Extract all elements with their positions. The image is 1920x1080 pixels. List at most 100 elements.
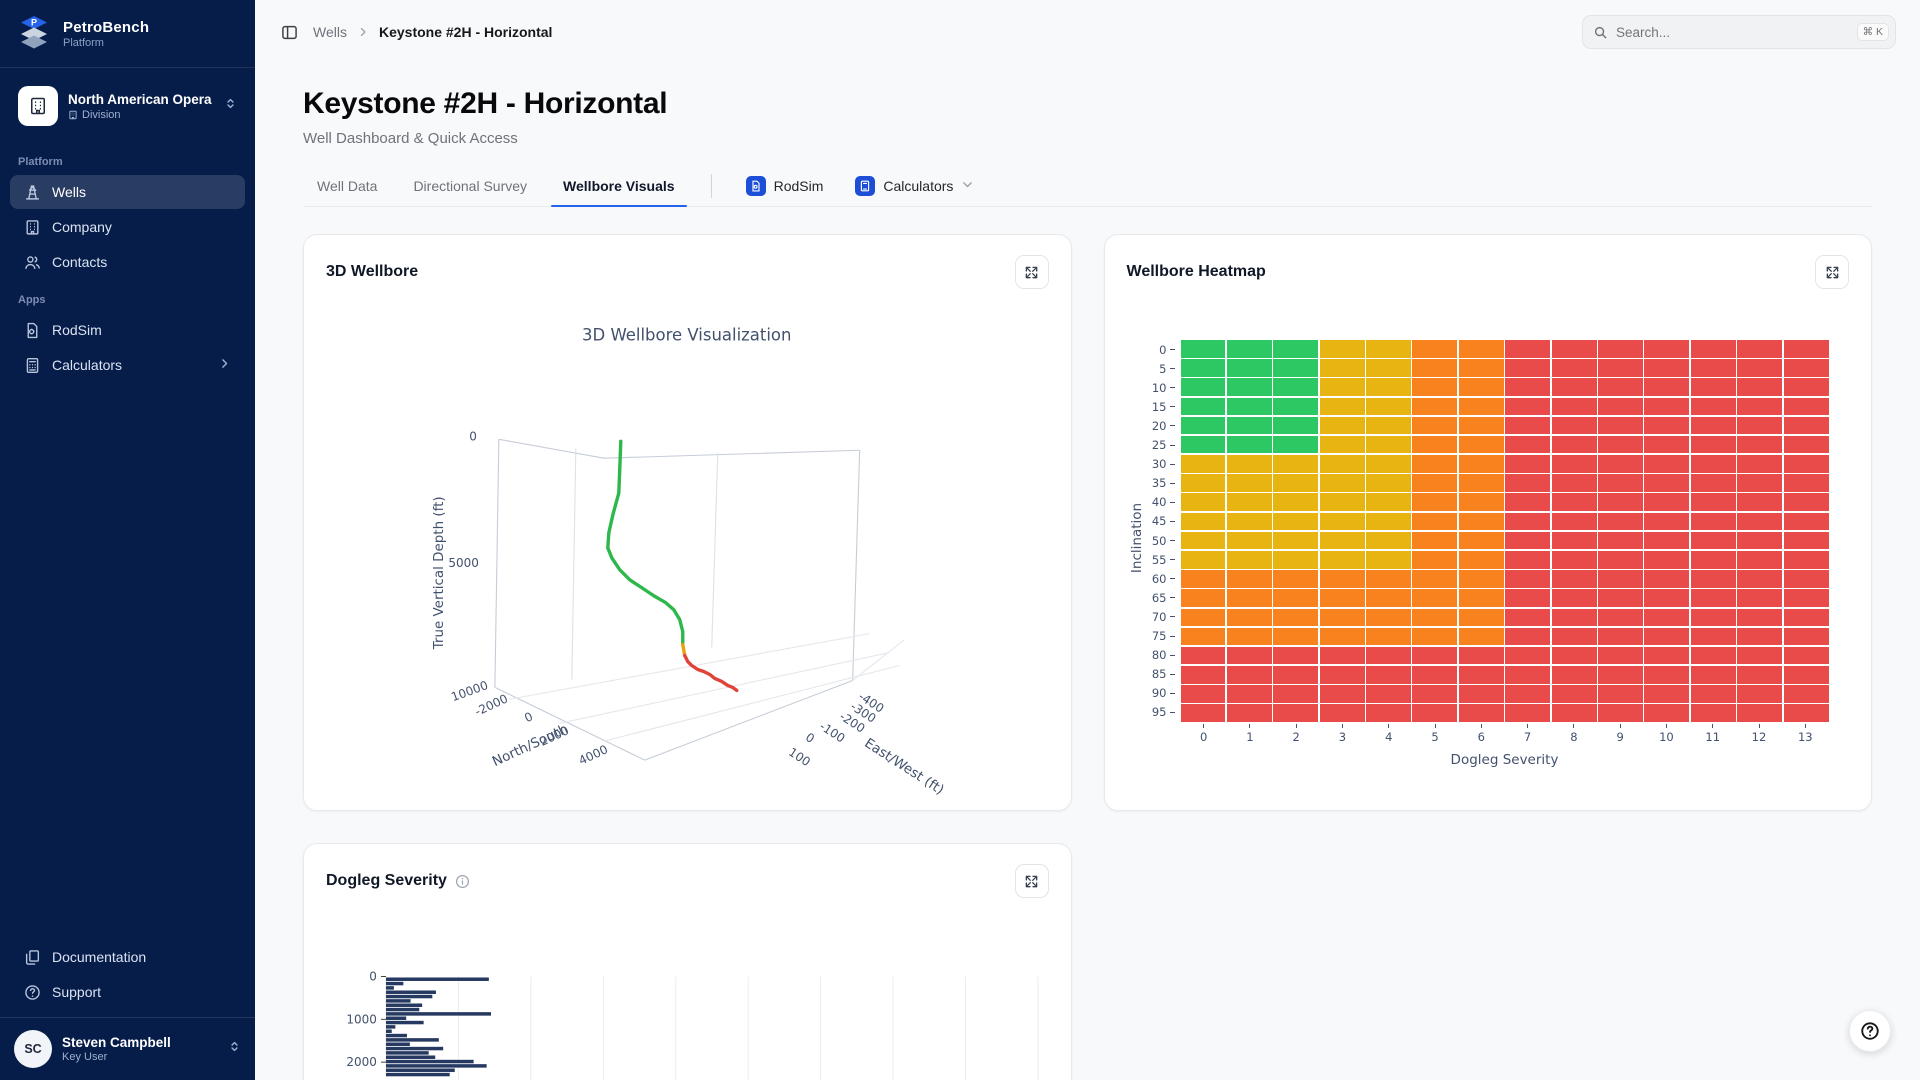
org-selector[interactable]: North American Opera Division [12,80,243,132]
heatmap-cell [1227,359,1272,377]
main: Wells Keystone #2H - Horizontal ⌘ K Keys… [255,0,1920,1080]
user-menu[interactable]: SC Steven Campbell Key User [0,1017,255,1080]
axis-label: 4000 [576,742,610,768]
sidebar-item-company[interactable]: Company [10,210,245,244]
axis-label: -2000 [473,691,510,718]
sidebar-item-calculators[interactable]: Calculators [10,348,245,382]
org-type: Division [68,109,214,121]
info-icon[interactable] [455,874,470,889]
sidebar-item-label: Documentation [52,949,146,965]
tab-wellbore-visuals[interactable]: Wellbore Visuals [549,169,689,206]
heatmap-x-tick-label: 0 [1189,724,1219,744]
svg-text:P: P [31,18,37,28]
heatmap-y-tick-label: 85 [1127,665,1175,684]
heatmap-cell [1320,417,1365,435]
heatmap-cell [1644,398,1689,416]
heatmap-cell [1366,532,1411,550]
heatmap-cell [1784,340,1829,358]
chevrons-up-down-icon [228,1040,241,1058]
axis-label: 0 [522,709,535,725]
bar [386,1029,392,1032]
tick-mark [1203,724,1204,728]
heatmap-cell [1273,685,1318,703]
heatmap-cell [1552,493,1597,511]
tab-directional-survey[interactable]: Directional Survey [399,169,541,206]
heatmap-cell [1784,359,1829,377]
heatmap-cell [1598,532,1643,550]
axis-wireframe [499,439,860,458]
expand-button[interactable] [1815,255,1849,289]
heatmap-cell [1412,532,1457,550]
heatmap-cell [1273,666,1318,684]
axis-wireframe [560,653,890,724]
card-title-dogleg-severity: Dogleg Severity [326,872,447,890]
heatmap-x-tick-label: 9 [1605,724,1635,744]
heatmap-cell [1552,532,1597,550]
search-input[interactable] [1616,25,1849,40]
page-title: Keystone #2H - Horizontal [303,87,1872,121]
tick-value: 55 [1152,553,1167,567]
tick-mark [1666,724,1667,728]
heatmap-cell [1459,532,1504,550]
sidebar-item-rodsim[interactable]: RodSim [10,313,245,347]
tick-value: 7 [1524,730,1531,744]
heatmap-cell [1737,666,1782,684]
axis-label: North/South [490,721,571,770]
heatmap-cell [1644,493,1689,511]
chevrons-up-down-icon [224,97,237,115]
heatmap-cell [1598,340,1643,358]
tick-value: 60 [1152,572,1167,586]
bar [386,1008,419,1011]
heatmap-cell [1459,474,1504,492]
heatmap-cell [1644,359,1689,377]
search-box[interactable]: ⌘ K [1582,15,1896,49]
bar [386,995,432,998]
heatmap-cell [1366,455,1411,473]
heatmap-cell [1366,685,1411,703]
app-link-rodsim[interactable]: RodSim [734,170,836,205]
heatmap-cell [1505,666,1550,684]
heatmap-cell [1459,340,1504,358]
heatmap-cell [1459,609,1504,627]
heatmap-cell [1691,647,1736,665]
heatmap-cell [1412,551,1457,569]
heatmap-cell [1644,532,1689,550]
heatmap-cell [1737,378,1782,396]
heatmap-cell [1412,398,1457,416]
heatmap-cell [1644,570,1689,588]
heatmap-cell [1552,704,1597,722]
heatmap-cell [1505,436,1550,454]
sidebar-item-documentation[interactable]: Documentation [10,940,245,974]
sidebar-toggle-button[interactable] [275,18,303,46]
tab-well-data[interactable]: Well Data [303,169,391,206]
heatmap-cell [1691,417,1736,435]
tick-mark [1170,445,1175,446]
sidebar-item-wells[interactable]: Wells [10,175,245,209]
heatmap-cell [1181,666,1226,684]
app-link-label: Calculators [883,178,953,194]
heatmap-cell [1273,455,1318,473]
tick-mark [1170,368,1175,369]
heatmap-cell [1552,513,1597,531]
expand-button[interactable] [1015,255,1049,289]
heatmap-cell [1505,474,1550,492]
heatmap-cell [1459,493,1504,511]
axis-label: 100 [786,745,813,769]
sidebar-item-support[interactable]: Support [10,975,245,1009]
heatmap-cell [1691,359,1736,377]
heatmap-cell [1505,359,1550,377]
tick-value: 9 [1616,730,1623,744]
help-fab-button[interactable] [1849,1010,1891,1052]
heatmap-cell [1181,685,1226,703]
breadcrumb-wells-link[interactable]: Wells [313,24,347,40]
card-title-3d-wellbore: 3D Wellbore [326,263,418,281]
expand-button[interactable] [1015,864,1049,898]
heatmap-cell [1552,570,1597,588]
heatmap-cell [1784,532,1829,550]
sidebar-item-contacts[interactable]: Contacts [10,245,245,279]
sidebar: P PetroBench Platform North American Ope… [0,0,255,1080]
heatmap-cell [1320,666,1365,684]
app-link-calculators[interactable]: Calculators [843,170,986,205]
heatmap-y-tick-label: 55 [1127,550,1175,569]
heatmap-cell [1412,436,1457,454]
